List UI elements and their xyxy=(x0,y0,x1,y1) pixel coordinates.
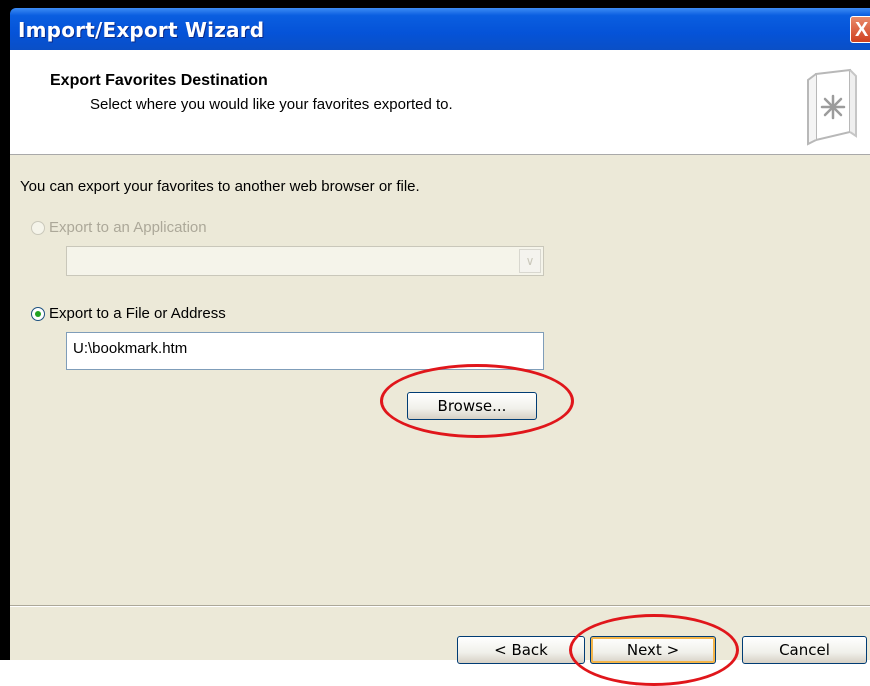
export-file-radio[interactable] xyxy=(31,306,45,321)
close-button[interactable]: X xyxy=(850,16,870,43)
radio-selected-dot xyxy=(35,310,41,317)
favorites-book-icon xyxy=(807,68,857,146)
wizard-body: You can export your favorites to another… xyxy=(10,155,870,664)
close-icon: X xyxy=(855,19,869,41)
export-file-option[interactable]: Export to a File or Address xyxy=(31,305,226,322)
browse-button[interactable]: Browse... xyxy=(407,392,537,420)
page-title: Export Favorites Destination xyxy=(50,72,268,89)
application-dropdown[interactable]: ∨ xyxy=(66,246,544,276)
cancel-button[interactable]: Cancel xyxy=(742,636,867,664)
back-button[interactable]: < Back xyxy=(457,636,585,664)
footer-separator xyxy=(10,605,870,607)
wizard-header: Export Favorites Destination Select wher… xyxy=(10,50,870,155)
export-application-radio[interactable] xyxy=(31,220,45,235)
chevron-down-icon: ∨ xyxy=(525,254,535,268)
intro-text: You can export your favorites to another… xyxy=(20,178,420,195)
export-application-label: Export to an Application xyxy=(49,219,207,236)
window-title: Import/Export Wizard xyxy=(18,18,265,42)
export-file-label: Export to a File or Address xyxy=(49,305,226,322)
next-button[interactable]: Next > xyxy=(590,636,716,664)
export-application-option[interactable]: Export to an Application xyxy=(31,219,207,236)
dropdown-arrow-button[interactable]: ∨ xyxy=(519,249,541,273)
page-subtitle: Select where you would like your favorit… xyxy=(90,96,453,113)
window-titlebar[interactable]: Import/Export Wizard X xyxy=(10,8,870,50)
export-path-field[interactable]: U:\bookmark.htm xyxy=(66,332,544,370)
